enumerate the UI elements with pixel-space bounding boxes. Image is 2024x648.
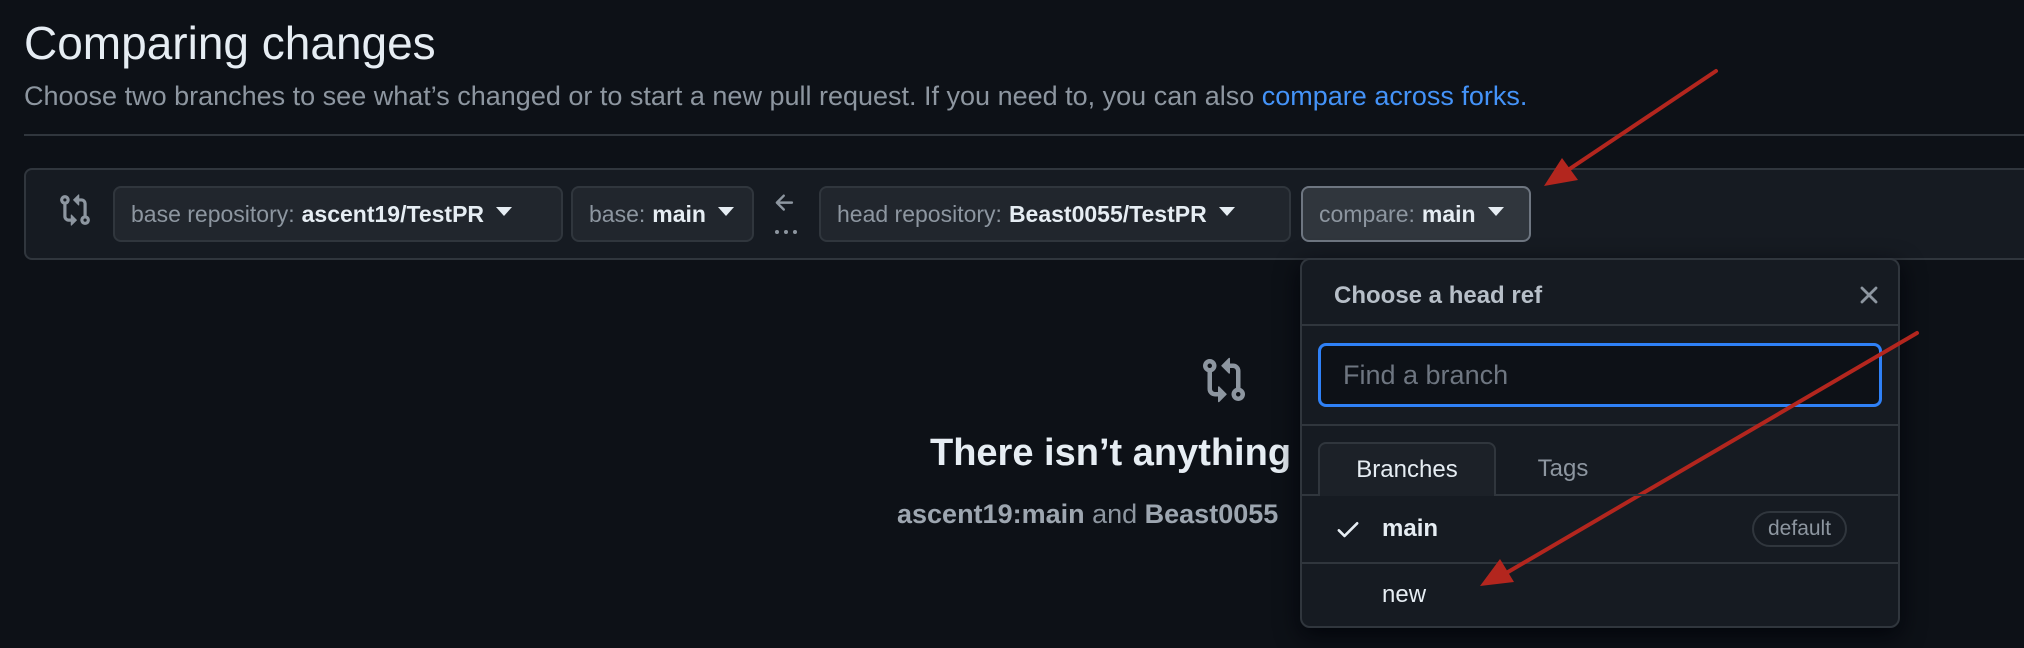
- branch-item-main[interactable]: main default: [1302, 496, 1898, 562]
- default-badge: default: [1752, 511, 1848, 547]
- base-repository-button[interactable]: base repository: ascent19/TestPR: [113, 186, 563, 242]
- git-compare-icon: [1203, 357, 1246, 403]
- branch-item-label: main: [1382, 515, 1439, 542]
- blankslate-title: There isn’t anything: [930, 432, 1292, 474]
- base-repository-label: base repository:: [131, 200, 295, 227]
- compare-branch-value: main: [1421, 200, 1476, 227]
- compare-branch-label: compare:: [1319, 200, 1415, 227]
- blankslate-head-ref: Beast0055: [1144, 499, 1279, 529]
- arrow-left-icon: [775, 194, 794, 211]
- head-ref-select-menu: Choose a head ref Branches Tags main def…: [1300, 258, 1900, 628]
- compare-across-forks-link[interactable]: compare across forks.: [1262, 81, 1528, 111]
- kebab-horizontal-icon: [775, 230, 797, 234]
- base-branch-label: base:: [589, 200, 646, 227]
- close-icon[interactable]: [1854, 280, 1884, 310]
- blankslate-and: and: [1084, 499, 1145, 529]
- head-repository-label: head repository:: [837, 200, 1002, 227]
- tab-branches[interactable]: Branches: [1318, 442, 1496, 496]
- base-repository-value: ascent19/TestPR: [301, 200, 485, 227]
- page-title: Comparing changes: [24, 17, 436, 69]
- branch-item-new[interactable]: new: [1302, 562, 1898, 626]
- head-repository-button[interactable]: head repository: Beast0055/TestPR: [819, 186, 1291, 242]
- check-icon: [1337, 522, 1359, 538]
- page-subtitle: Choose two branches to see what’s change…: [24, 81, 1527, 112]
- caret-down-icon: [1218, 206, 1235, 216]
- blankslate-base-ref: ascent19:main: [897, 499, 1085, 529]
- header-divider: [24, 134, 2024, 136]
- base-branch-value: main: [652, 200, 706, 227]
- base-branch-button[interactable]: base: main: [571, 186, 754, 242]
- select-menu-title: Choose a head ref: [1334, 282, 1543, 309]
- caret-down-icon: [1487, 206, 1504, 216]
- branch-item-label: new: [1382, 581, 1427, 608]
- compare-branch-button[interactable]: compare: main: [1301, 186, 1531, 242]
- git-compare-icon: [60, 194, 90, 226]
- tab-tags[interactable]: Tags: [1508, 442, 1618, 496]
- find-branch-input[interactable]: [1318, 343, 1882, 407]
- caret-down-icon: [496, 206, 513, 216]
- head-repository-value: Beast0055/TestPR: [1008, 200, 1207, 227]
- subtitle-text: Choose two branches to see what’s change…: [24, 81, 1262, 111]
- caret-down-icon: [717, 206, 734, 216]
- blankslate-description: ascent19:main and Beast0055: [897, 499, 1278, 530]
- divider: [1302, 324, 1898, 326]
